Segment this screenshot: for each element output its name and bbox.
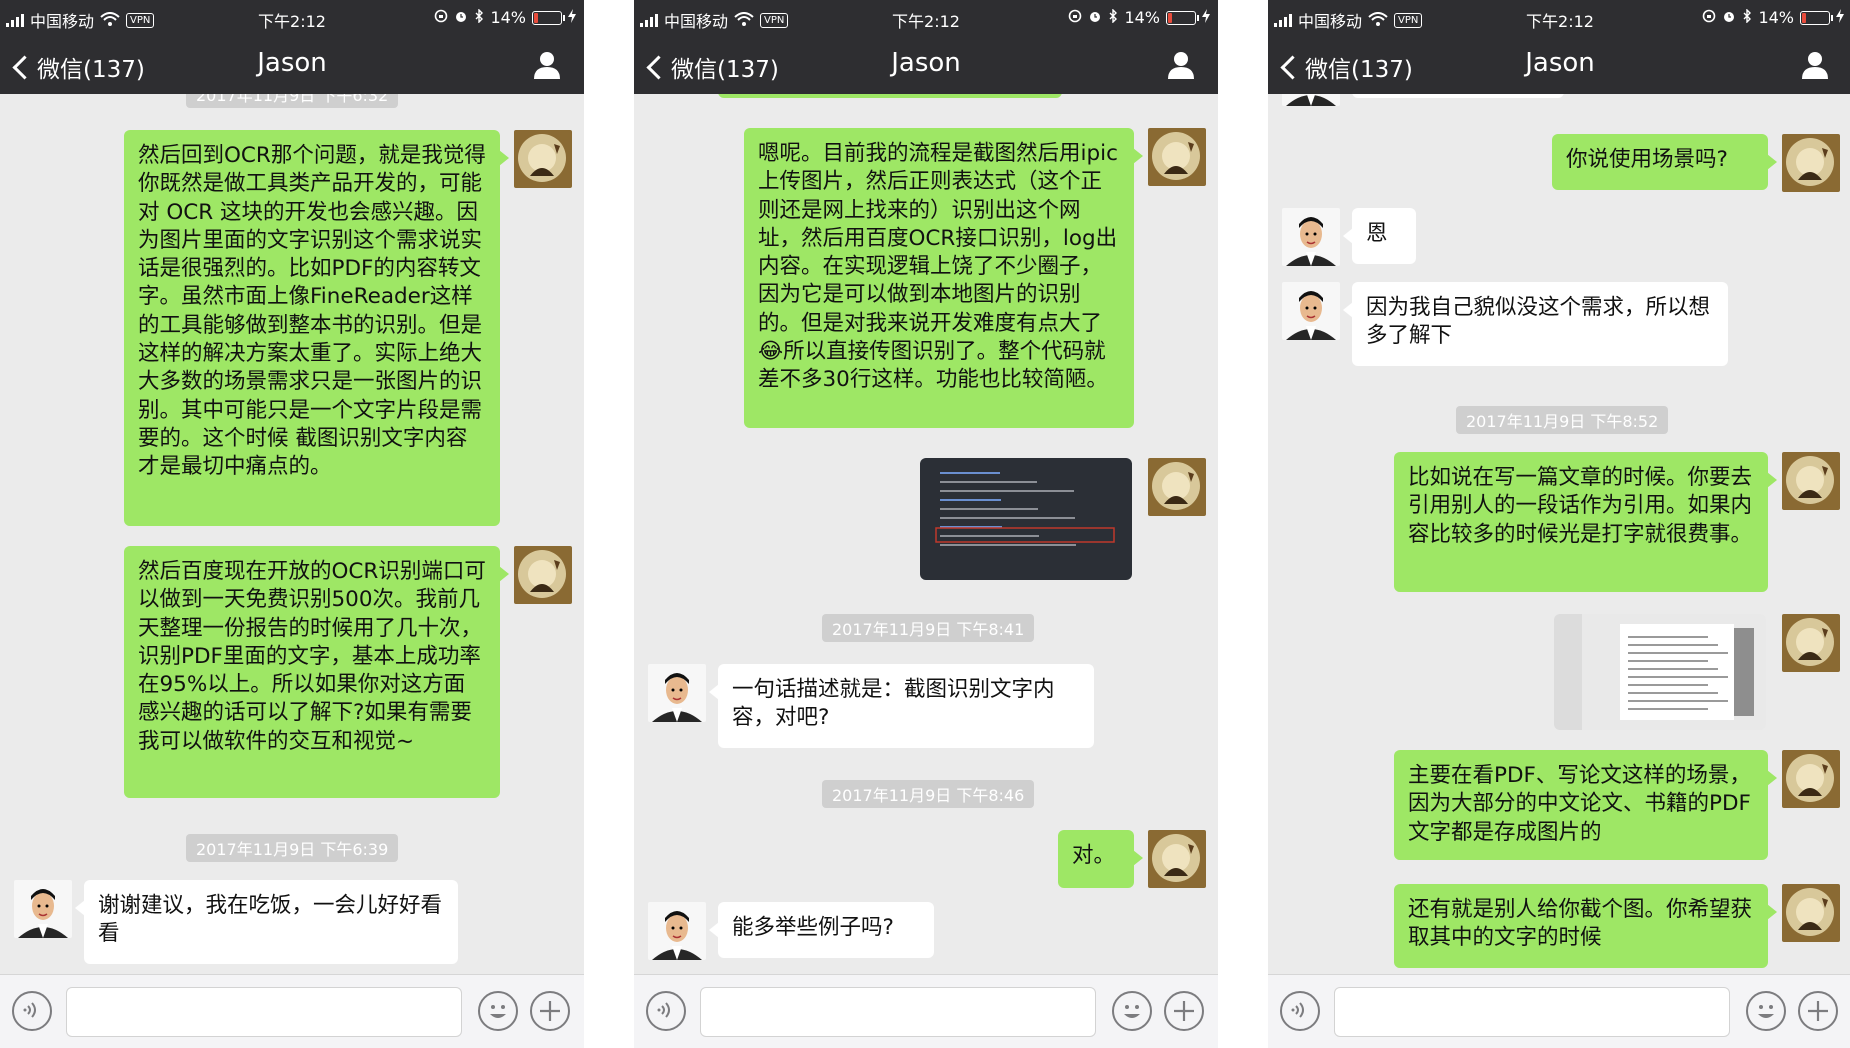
message-timestamp: 2017年11月9日 下午6:32 bbox=[186, 94, 399, 108]
phone-screen: 中国移动 VPN 下午2:12 14% 微信(137) Jason 2017年11月9日 下… bbox=[0, 0, 584, 1048]
status-bar: 中国移动 VPN 下午2:12 14% bbox=[634, 0, 1218, 36]
message-timestamp: 2017年11月9日 下午8:41 bbox=[822, 614, 1035, 642]
message-list[interactable]: 2017年11月9日 下午6:32 然后回到OCR那个问题，就是我觉得你既然是做工… bbox=[0, 94, 584, 974]
my-message-bubble[interactable]: 主要在看PDF、写论文这样的场景，因为大部分的中文论文、书籍的PDF文字都是存成… bbox=[1394, 750, 1777, 860]
message-timestamp: 2017年11月9日 下午8:52 bbox=[1456, 406, 1669, 434]
contact-avatar[interactable] bbox=[648, 664, 706, 722]
my-avatar[interactable] bbox=[1148, 830, 1206, 888]
contact-message-bubble[interactable]: 一句话描述就是：截图识别文字内容，对吧? bbox=[709, 664, 1094, 748]
emoji-icon[interactable] bbox=[1746, 991, 1786, 1031]
contact-avatar[interactable] bbox=[14, 880, 72, 938]
my-avatar[interactable] bbox=[1148, 128, 1206, 186]
plus-icon[interactable] bbox=[1798, 991, 1838, 1031]
battery-percent: 14% bbox=[1124, 8, 1160, 27]
battery-percent: 14% bbox=[1758, 8, 1794, 27]
battery-percent: 14% bbox=[490, 8, 526, 27]
contact-avatar[interactable] bbox=[1282, 208, 1340, 266]
message-input[interactable] bbox=[1334, 987, 1730, 1037]
voice-icon[interactable] bbox=[1280, 991, 1320, 1031]
alarm-icon bbox=[454, 8, 468, 27]
bluetooth-icon bbox=[1742, 8, 1752, 27]
chat-title: Jason bbox=[257, 48, 327, 78]
my-message-bubble[interactable]: 嗯呢。目前我的流程是截图然后用ipic上传图片，然后正则表达式（这个正则还是网上… bbox=[744, 128, 1143, 428]
message-bubble-partial bbox=[1352, 94, 1564, 98]
input-toolbar bbox=[634, 974, 1218, 1048]
my-avatar[interactable] bbox=[1148, 458, 1206, 516]
message-list[interactable]: 你说使用场景吗? 恩因为我自己貌似没这个需求，所以想多了解下 2017年11月9日 … bbox=[1268, 94, 1850, 974]
battery-icon bbox=[1166, 10, 1199, 25]
my-avatar[interactable] bbox=[514, 130, 572, 188]
charging-icon bbox=[1836, 8, 1844, 27]
my-message-bubble[interactable]: 比如说在写一篇文章的时候。你要去引用别人的一段话作为引用。如果内容比较多的时候光… bbox=[1394, 452, 1777, 592]
voice-icon[interactable] bbox=[646, 991, 686, 1031]
alarm-icon bbox=[1088, 8, 1102, 27]
my-avatar[interactable] bbox=[1782, 614, 1840, 672]
lock-rotation-icon bbox=[1068, 8, 1082, 27]
contact-message-bubble[interactable]: 因为我自己貌似没这个需求，所以想多了解下 bbox=[1343, 282, 1728, 366]
bluetooth-icon bbox=[1108, 8, 1118, 27]
contact-message-bubble[interactable]: 能多举些例子吗? bbox=[709, 902, 934, 958]
alarm-icon bbox=[1722, 8, 1736, 27]
contact-person-icon[interactable] bbox=[532, 50, 562, 80]
my-message-bubble[interactable]: 你说使用场景吗? bbox=[1552, 134, 1777, 190]
code-screenshot-image[interactable] bbox=[920, 458, 1132, 580]
battery-icon bbox=[1800, 10, 1833, 25]
input-toolbar bbox=[0, 974, 584, 1048]
bluetooth-icon bbox=[474, 8, 484, 27]
my-avatar[interactable] bbox=[1782, 750, 1840, 808]
charging-icon bbox=[1202, 8, 1210, 27]
emoji-icon[interactable] bbox=[1112, 991, 1152, 1031]
my-avatar[interactable] bbox=[514, 546, 572, 604]
gap-divider bbox=[1218, 0, 1268, 1048]
message-list[interactable]: 嗯呢。目前我的流程是截图然后用ipic上传图片，然后正则表达式（这个正则还是网上… bbox=[634, 94, 1218, 974]
contact-person-icon[interactable] bbox=[1166, 50, 1196, 80]
my-message-bubble[interactable]: 还有就是别人给你截个图。你希望获取其中的文字的时候 bbox=[1394, 884, 1777, 968]
my-message-bubble[interactable]: 然后回到OCR那个问题，就是我觉得你既然是做工具类产品开发的，可能对 OCR 这… bbox=[124, 130, 509, 526]
document-screenshot-image[interactable] bbox=[1554, 614, 1766, 730]
input-toolbar bbox=[1268, 974, 1850, 1048]
my-avatar[interactable] bbox=[1782, 134, 1840, 192]
my-message-bubble[interactable]: 然后百度现在开放的OCR识别端口可以做到一天免费识别500次。我前几天整理一份报… bbox=[124, 546, 509, 798]
chat-title: Jason bbox=[891, 48, 961, 78]
nav-bar: 微信(137) Jason bbox=[634, 36, 1218, 94]
lock-rotation-icon bbox=[1702, 8, 1716, 27]
message-input[interactable] bbox=[700, 987, 1096, 1037]
contact-avatar[interactable] bbox=[1282, 94, 1340, 106]
contact-message-bubble[interactable]: 恩 bbox=[1343, 208, 1416, 264]
status-bar: 中国移动 VPN 下午2:12 14% bbox=[1268, 0, 1850, 36]
nav-bar: 微信(137) Jason bbox=[0, 36, 584, 94]
my-message-bubble[interactable]: 对。 bbox=[1058, 830, 1143, 888]
emoji-icon[interactable] bbox=[478, 991, 518, 1031]
charging-icon bbox=[568, 8, 576, 27]
contact-avatar[interactable] bbox=[1282, 282, 1340, 340]
contact-message-bubble[interactable]: 谢谢建议，我在吃饭，一会儿好好看看 bbox=[75, 880, 458, 964]
lock-rotation-icon bbox=[434, 8, 448, 27]
plus-icon[interactable] bbox=[530, 991, 570, 1031]
message-bubble-partial bbox=[718, 94, 1062, 98]
contact-person-icon[interactable] bbox=[1800, 50, 1830, 80]
message-timestamp: 2017年11月9日 下午6:39 bbox=[186, 834, 399, 862]
battery-icon bbox=[532, 10, 565, 25]
gap-divider bbox=[584, 0, 634, 1048]
chat-title: Jason bbox=[1525, 48, 1595, 78]
phone-screen: 中国移动 VPN 下午2:12 14% 微信(137) Jason 你说使用场景吗? 恩因为我… bbox=[1268, 0, 1850, 1048]
plus-icon[interactable] bbox=[1164, 991, 1204, 1031]
message-timestamp: 2017年11月9日 下午8:46 bbox=[822, 780, 1035, 808]
status-bar: 中国移动 VPN 下午2:12 14% bbox=[0, 0, 584, 36]
nav-bar: 微信(137) Jason bbox=[1268, 36, 1850, 94]
voice-icon[interactable] bbox=[12, 991, 52, 1031]
phone-screen: 中国移动 VPN 下午2:12 14% 微信(137) Jason 嗯呢。目前我的流程是截图… bbox=[634, 0, 1218, 1048]
my-avatar[interactable] bbox=[1782, 452, 1840, 510]
message-input[interactable] bbox=[66, 987, 462, 1037]
contact-avatar[interactable] bbox=[648, 902, 706, 960]
my-avatar[interactable] bbox=[1782, 884, 1840, 942]
